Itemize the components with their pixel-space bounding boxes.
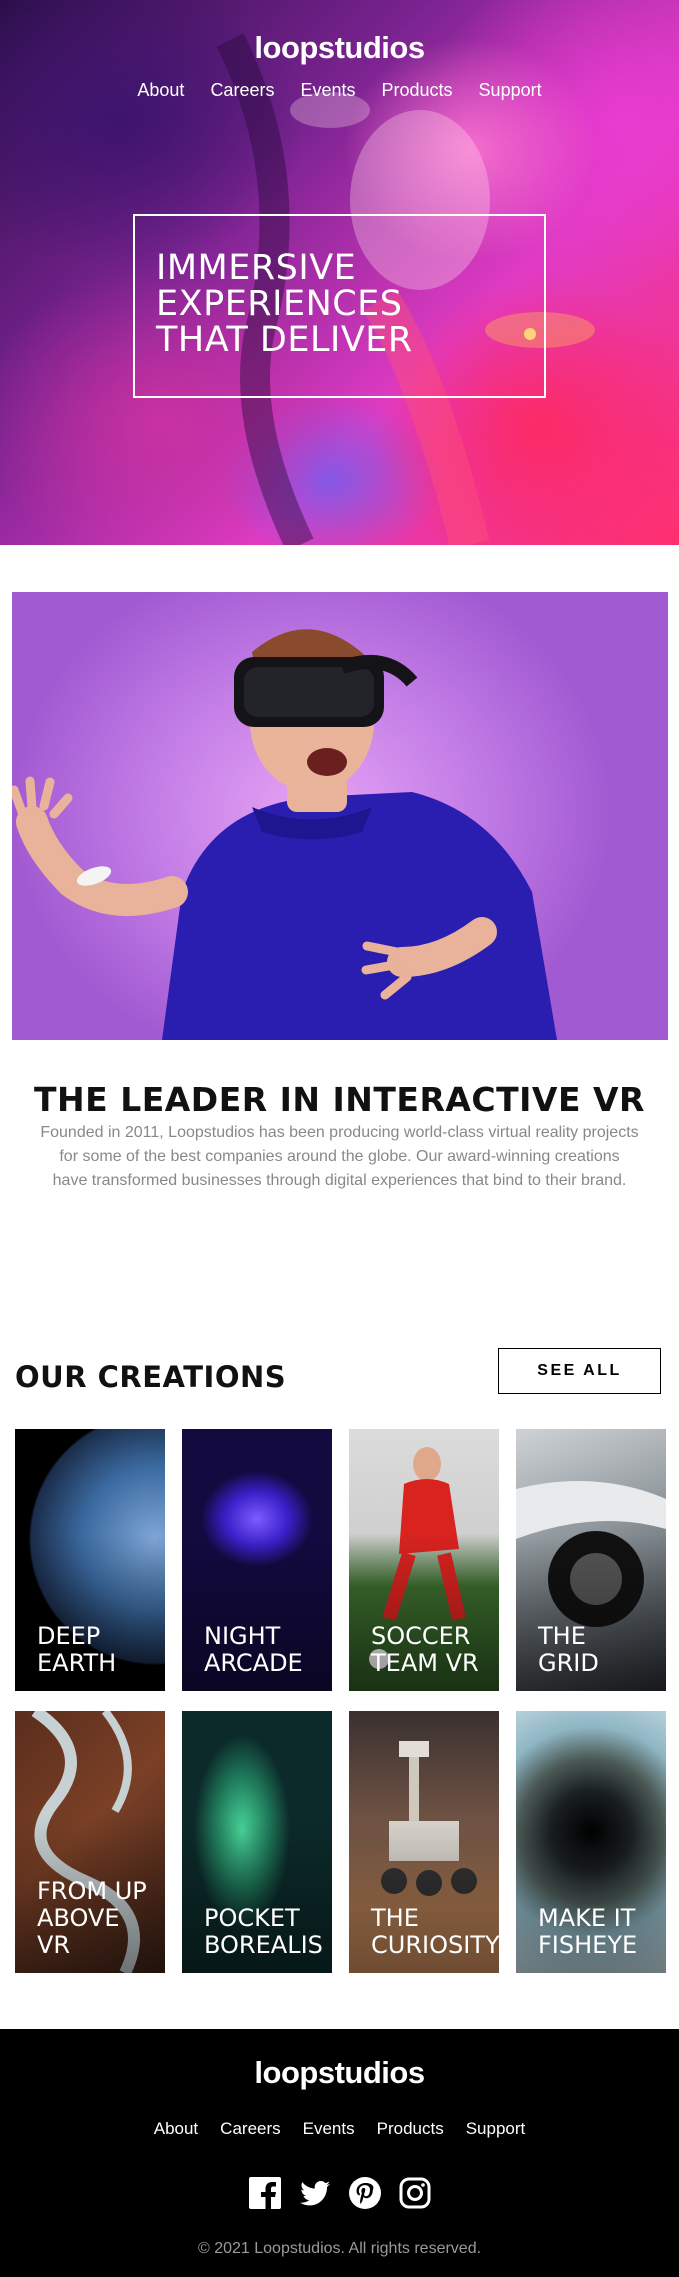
about-description: Founded in 2011, Loopstudios has been pr… [40,1124,639,1189]
creation-card-label: THE CURIOSITY [371,1904,499,1959]
creation-card-deep-earth[interactable]: DEEP EARTH [15,1429,165,1691]
creation-card-soccer-team-vr[interactable]: SOCCER TEAM VR [349,1429,499,1691]
creation-card-label: DEEP EARTH [37,1622,117,1677]
twitter-icon[interactable] [299,2177,331,2209]
footer-nav-about[interactable]: About [143,2119,209,2139]
main-nav: About Careers Events Products Support [0,80,679,101]
footer: loopstudios About Careers Events Product… [0,2029,679,2277]
creation-card-label: FROM UP ABOVE VR [37,1877,147,1959]
hero-title-line-3: THAT DELIVER [156,320,413,360]
creation-card-label: SOCCER TEAM VR [371,1622,479,1677]
hero-section: loopstudios About Careers Events Product… [0,0,679,545]
nav-events[interactable]: Events [287,80,368,101]
about-title: THE LEADER IN INTERACTIVE VR [34,1080,645,1119]
hero-title-line-2: EXPERIENCES [156,284,403,324]
creation-card-from-up-above-vr[interactable]: FROM UP ABOVE VR [15,1711,165,1973]
creation-card-label: POCKET BOREALIS [204,1904,323,1959]
nav-products[interactable]: Products [369,80,466,101]
creation-card-label: NIGHT ARCADE [204,1622,303,1677]
creation-card-label: THE GRID [538,1622,599,1677]
social-links [0,2177,679,2209]
pinterest-icon[interactable] [348,2177,381,2209]
creation-card-the-curiosity[interactable]: THE CURIOSITY [349,1711,499,1973]
hero-title-line-1: IMMERSIVE [156,248,357,288]
vr-man-image [12,592,668,1040]
copyright-text: © 2021 Loopstudios. All rights reserved. [197,2240,482,2257]
logo[interactable]: loopstudios [0,30,679,66]
footer-nav: About Careers Events Products Support [0,2119,679,2139]
footer-nav-events[interactable]: Events [292,2119,366,2139]
nav-careers[interactable]: Careers [197,80,287,101]
footer-nav-support[interactable]: Support [455,2119,537,2139]
creation-card-night-arcade[interactable]: NIGHT ARCADE [182,1429,332,1691]
footer-nav-careers[interactable]: Careers [209,2119,291,2139]
nav-support[interactable]: Support [466,80,555,101]
footer-logo[interactable]: loopstudios [0,2055,679,2091]
instagram-icon[interactable] [399,2177,431,2209]
facebook-icon[interactable] [248,2177,281,2209]
nav-about[interactable]: About [124,80,197,101]
creation-card-make-it-fisheye[interactable]: MAKE IT FISHEYE [516,1711,666,1973]
creation-card-label: MAKE IT FISHEYE [538,1904,638,1959]
vr-illustration [12,629,557,1040]
footer-nav-products[interactable]: Products [366,2119,455,2139]
creation-card-pocket-borealis[interactable]: POCKET BOREALIS [182,1711,332,1973]
hero-headline-box: IMMERSIVE EXPERIENCES THAT DELIVER [133,214,546,398]
see-all-button[interactable]: SEE ALL [498,1348,661,1394]
creation-card-the-grid[interactable]: THE GRID [516,1429,666,1691]
creations-title: OUR CREATIONS [15,1360,287,1394]
